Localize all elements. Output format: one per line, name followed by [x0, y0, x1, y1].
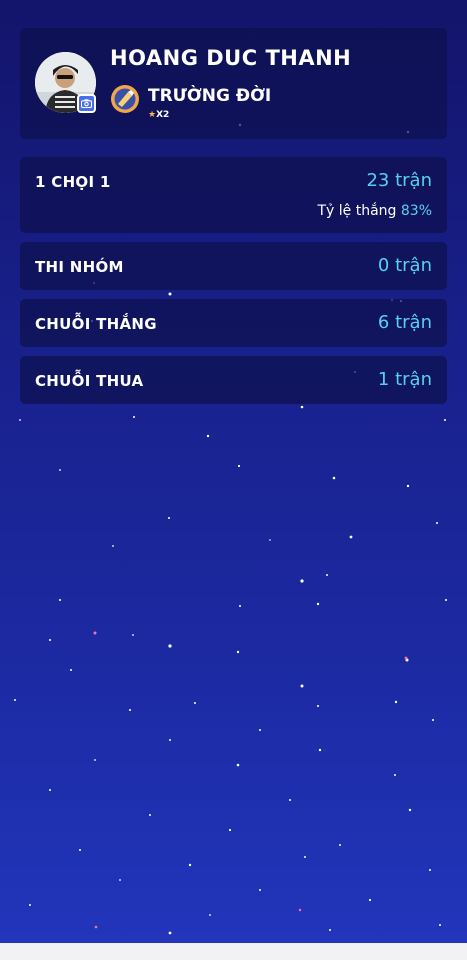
stat-value: 0 trận — [377, 255, 432, 276]
starfield-background — [14, 123, 447, 935]
rank-name: TRƯỜNG ĐỜI — [148, 86, 272, 106]
star-icon: ★ — [148, 110, 157, 120]
rank-stars-count: X2 — [156, 110, 170, 120]
stat-row-win-streak[interactable]: CHUỖI THẮNG 6 trận — [20, 299, 447, 347]
rank-stars: ★X2 — [148, 110, 169, 120]
stat-label: 1 CHỌI 1 — [35, 173, 111, 191]
rank-emblem-icon — [111, 85, 139, 113]
stat-label: THI NHÓM — [35, 258, 124, 276]
win-rate-value: 83% — [400, 203, 432, 219]
win-rate-label: Tỷ lệ thắng — [317, 203, 397, 219]
stat-value: 6 trận — [377, 312, 432, 333]
bottom-bar — [0, 943, 467, 960]
player-name: HOANG DUC THANH — [110, 46, 352, 70]
stat-value: 1 trận — [377, 369, 432, 390]
stat-row-group[interactable]: THI NHÓM 0 trận — [20, 242, 447, 290]
stat-label: CHUỖI THẮNG — [35, 315, 157, 333]
win-rate: Tỷ lệ thắng 83% — [317, 203, 432, 219]
camera-icon[interactable] — [77, 94, 96, 113]
stat-row-1v1[interactable]: 1 CHỌI 1 23 trận Tỷ lệ thắng 83% — [20, 157, 447, 233]
profile-card: HOANG DUC THANH TRƯỜNG ĐỜI ★X2 — [20, 28, 447, 139]
stat-row-lose-streak[interactable]: CHUỖI THUA 1 trận — [20, 356, 447, 404]
stat-value: 23 trận — [366, 170, 432, 191]
stat-label: CHUỖI THUA — [35, 372, 144, 390]
